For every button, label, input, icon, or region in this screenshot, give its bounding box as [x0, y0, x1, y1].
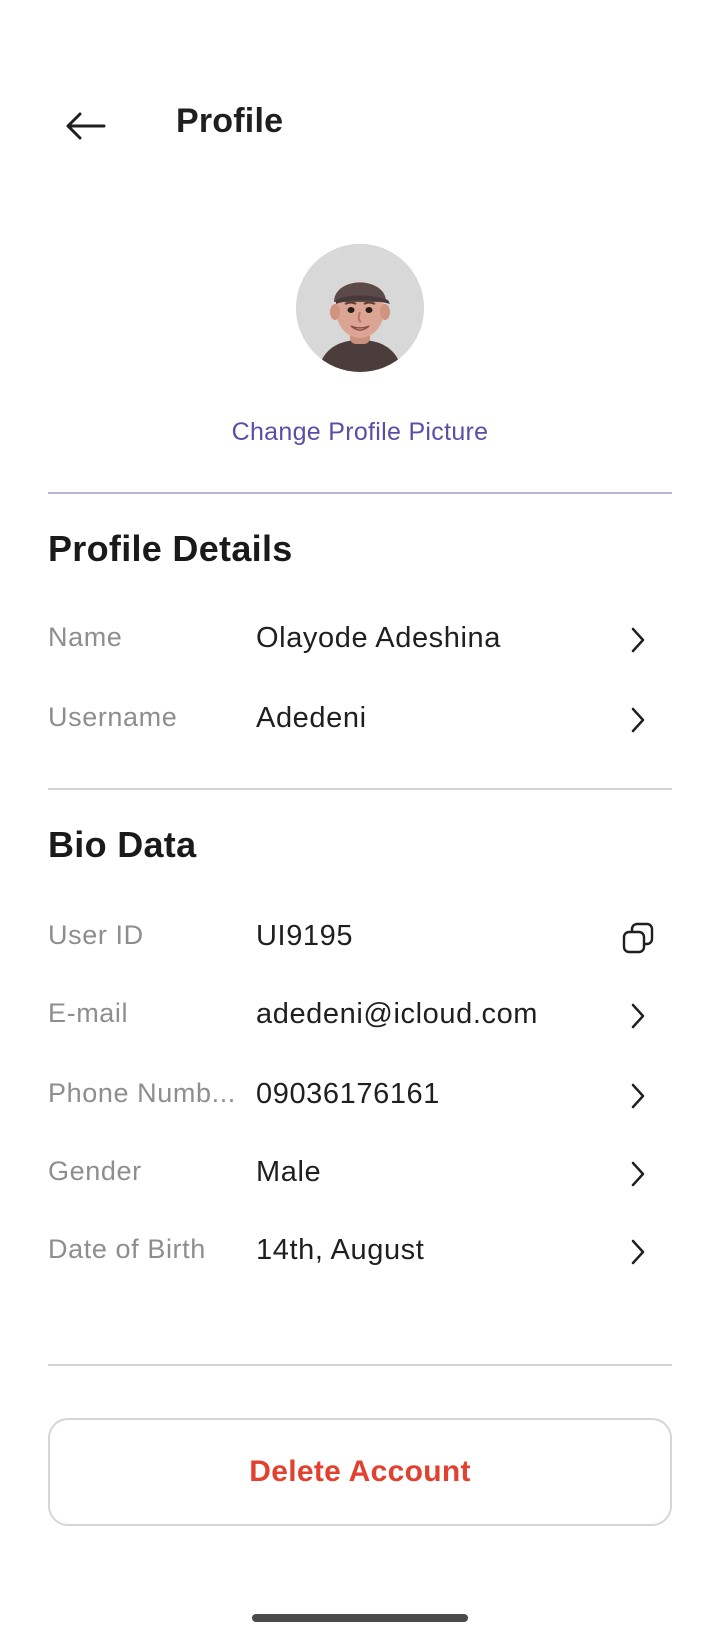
row-label: Phone Numb...: [48, 1078, 236, 1108]
page-title: Profile: [176, 102, 284, 140]
divider: [48, 1364, 672, 1366]
divider: [48, 492, 672, 494]
chevron-right-icon: [618, 1076, 658, 1116]
profile-row-name[interactable]: Name Olayode Adeshina: [48, 608, 672, 672]
avatar[interactable]: [296, 244, 424, 372]
bio-row-email[interactable]: E-mail adedeni@icloud.com: [48, 984, 672, 1048]
delete-account-label: Delete Account: [249, 1455, 471, 1488]
row-label: User ID: [48, 920, 144, 950]
row-value: Olayode Adeshina: [256, 622, 501, 654]
bio-data-title: Bio Data: [48, 824, 197, 865]
row-value: Male: [256, 1156, 322, 1188]
app-header: Profile: [0, 88, 720, 162]
divider: [48, 788, 672, 790]
row-value: 09036176161: [256, 1078, 441, 1110]
copy-icon[interactable]: [618, 918, 658, 958]
avatar-image: [296, 244, 424, 372]
row-label: Date of Birth: [48, 1234, 206, 1264]
bio-row-date-of-birth[interactable]: Date of Birth 14th, August: [48, 1220, 672, 1284]
change-profile-picture-link[interactable]: Change Profile Picture: [0, 418, 720, 447]
row-value: adedeni@icloud.com: [256, 998, 539, 1030]
row-label: Name: [48, 622, 123, 652]
chevron-right-icon: [618, 620, 658, 660]
profile-screen: Profile Change Profile Picture Profile D…: [0, 0, 720, 1640]
profile-details-title: Profile Details: [48, 528, 293, 569]
row-label: Username: [48, 702, 178, 732]
chevron-right-icon: [618, 700, 658, 740]
row-value: 14th, August: [256, 1234, 425, 1266]
row-label: E-mail: [48, 998, 129, 1028]
arrow-left-icon: [66, 112, 106, 140]
profile-row-username[interactable]: Username Adedeni: [48, 688, 672, 752]
bio-row-gender[interactable]: Gender Male: [48, 1142, 672, 1206]
home-indicator[interactable]: [252, 1614, 468, 1622]
row-value: UI9195: [256, 920, 354, 952]
row-value: Adedeni: [256, 702, 367, 734]
chevron-right-icon: [618, 1154, 658, 1194]
bio-row-phone[interactable]: Phone Numb... 09036176161: [48, 1064, 672, 1128]
chevron-right-icon: [618, 996, 658, 1036]
chevron-right-icon: [618, 1232, 658, 1272]
back-button[interactable]: [56, 96, 116, 156]
delete-account-button[interactable]: Delete Account: [48, 1418, 672, 1526]
bio-row-user-id[interactable]: User ID UI9195: [48, 906, 672, 970]
row-label: Gender: [48, 1156, 142, 1186]
